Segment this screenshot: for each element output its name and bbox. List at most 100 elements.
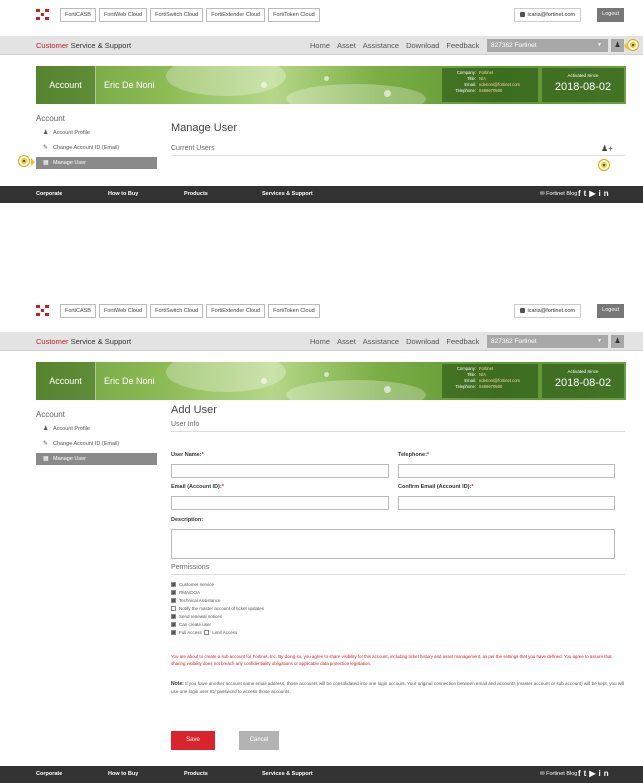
cloud-product-tabs: FortiCASB FortiWeb Cloud FortiSwitch Clo… — [60, 304, 320, 318]
fortinet-logo[interactable] — [36, 9, 49, 20]
radio-icon — [171, 630, 176, 636]
account-label: Account — [36, 362, 96, 400]
nav-home[interactable]: Home — [310, 41, 330, 50]
callout-marker-manage-user — [19, 156, 29, 166]
account-banner: Account Eric De Noni Company: Fortinet Ti… — [36, 66, 626, 104]
account-banner: Account Eric De Noni Company: Fortinet Ti… — [36, 362, 626, 400]
save-button[interactable]: Save — [171, 731, 215, 750]
sidebar-title: Account — [36, 114, 65, 123]
permission-rma-doa[interactable]: RMA/DOA — [171, 590, 200, 596]
chevron-down-icon: ▼ — [597, 338, 602, 344]
footer-how-to-buy[interactable]: How to Buy — [108, 191, 138, 197]
logout-button[interactable]: Logout — [597, 8, 624, 22]
account-label: Account — [36, 66, 96, 104]
main-nav: Customer Service & Support Home Asset As… — [0, 332, 643, 351]
footer-how-to-buy[interactable]: How to Buy — [108, 771, 138, 777]
description-textarea[interactable] — [171, 529, 615, 559]
footer-blog-link[interactable]: ✉ Fortinet Blog — [540, 771, 577, 777]
youtube-icon[interactable]: ▶ — [589, 769, 598, 778]
access-level-radio-group[interactable]: Full Access Limit Access — [171, 630, 237, 636]
current-users-header: Current Users — [171, 145, 625, 156]
footer-services-support[interactable]: Services & Support — [262, 771, 313, 777]
nav-links: Home Asset Assistance Download Feedback — [310, 337, 479, 346]
logout-button[interactable]: Logout — [597, 304, 624, 318]
checkbox-icon — [171, 582, 176, 588]
linkedin-icon[interactable]: in — [599, 769, 612, 778]
fortinet-logo[interactable] — [36, 305, 49, 316]
tab-fortiweb-cloud[interactable]: FortiWeb Cloud — [98, 8, 148, 22]
nav-assistance[interactable]: Assistance — [363, 337, 399, 346]
product-bar: FortiCASB FortiWeb Cloud FortiSwitch Clo… — [0, 0, 643, 30]
tab-fortitoken-cloud[interactable]: FortiToken Cloud — [268, 304, 320, 318]
permission-technical-assistance[interactable]: Technical Assistance — [171, 598, 221, 604]
user-profile-icon[interactable]: ♟ — [611, 335, 624, 348]
footer-products[interactable]: Products — [184, 191, 208, 197]
footer-corporate[interactable]: Corporate — [36, 191, 62, 197]
nav-home[interactable]: Home — [310, 337, 330, 346]
nav-links: Home Asset Assistance Download Feedback — [310, 41, 479, 50]
footer-services-support[interactable]: Services & Support — [262, 191, 313, 197]
telephone-input[interactable] — [398, 464, 615, 478]
tab-forticasb[interactable]: FortiCASB — [60, 8, 96, 22]
user-profile-icon[interactable]: ♟ — [611, 39, 624, 52]
account-select[interactable]: 827362 Fortinet ▼ — [487, 39, 608, 52]
tab-fortiweb-cloud[interactable]: FortiWeb Cloud — [98, 304, 148, 318]
site-footer: Corporate How to Buy Products Services &… — [0, 186, 643, 203]
sidebar-item-manage-user[interactable]: ▦ Manage User — [36, 453, 157, 465]
nav-feedback[interactable]: Feedback — [446, 41, 479, 50]
nav-feedback[interactable]: Feedback — [446, 337, 479, 346]
sidebar-title: Account — [36, 410, 65, 419]
permission-customer-service[interactable]: Customer service — [171, 582, 214, 588]
site-brand[interactable]: Customer Service & Support — [36, 41, 131, 50]
sidebar-item-account-profile[interactable]: ♟ Account Profile — [36, 423, 157, 435]
tab-fortiswitch-cloud[interactable]: FortiSwitch Cloud — [150, 304, 204, 318]
email-input[interactable] — [171, 496, 389, 510]
social-links: ft▶in — [578, 189, 612, 198]
permission-create-user[interactable]: Can create user — [171, 622, 211, 628]
confirm-email-input[interactable] — [398, 496, 615, 510]
footer-blog-link[interactable]: ✉ Fortinet Blog — [540, 191, 577, 197]
user-name-input[interactable] — [171, 464, 389, 478]
account-select[interactable]: 827362 Fortinet ▼ — [487, 335, 608, 348]
tab-fortiextender-cloud[interactable]: FortiExtender Cloud — [206, 304, 266, 318]
user-email-button[interactable]: icaria@fortinet.com — [513, 8, 581, 22]
linkedin-icon[interactable]: in — [599, 189, 612, 198]
users-icon: ▦ — [43, 456, 49, 462]
product-bar: FortiCASB FortiWeb Cloud FortiSwitch Clo… — [0, 296, 643, 326]
tab-fortiextender-cloud[interactable]: FortiExtender Cloud — [206, 8, 266, 22]
tab-fortiswitch-cloud[interactable]: FortiSwitch Cloud — [150, 8, 204, 22]
permission-notify-master[interactable]: Notify the master account of ticket upda… — [171, 606, 264, 612]
add-user-screen: FortiCASB FortiWeb Cloud FortiSwitch Clo… — [0, 296, 643, 783]
tab-fortitoken-cloud[interactable]: FortiToken Cloud — [268, 8, 320, 22]
visibility-warning: You are about to create a sub account fo… — [171, 654, 612, 666]
sidebar-item-change-account-id[interactable]: ✎ Change Account ID (Email) — [36, 142, 157, 154]
tab-forticasb[interactable]: FortiCASB — [60, 304, 96, 318]
company-info: Company: Fortinet Title: N/A Email: edenoni… — [442, 68, 538, 102]
person-icon: ♟ — [43, 130, 49, 136]
cancel-button[interactable]: Cancel — [239, 731, 279, 750]
user-email-button[interactable]: icaria@fortinet.com — [513, 304, 581, 318]
cloud-product-tabs: FortiCASB FortiWeb Cloud FortiSwitch Clo… — [60, 8, 320, 22]
permissions-header: Permissions — [171, 564, 625, 575]
pencil-icon: ✎ — [43, 145, 49, 151]
user-name-label: User Name:* — [171, 452, 204, 458]
nav-asset[interactable]: Asset — [337, 337, 356, 346]
add-user-icon[interactable]: ♟+ — [601, 144, 613, 153]
checkbox-icon — [171, 622, 176, 628]
checkbox-icon — [171, 590, 176, 596]
nav-asset[interactable]: Asset — [337, 41, 356, 50]
youtube-icon[interactable]: ▶ — [589, 189, 598, 198]
nav-download[interactable]: Download — [406, 41, 439, 50]
site-brand[interactable]: Customer Service & Support — [36, 337, 131, 346]
sidebar-item-manage-user[interactable]: ▦ Manage User — [36, 157, 157, 169]
permission-renewal-notices[interactable]: Send renewal notices — [171, 614, 222, 620]
sidebar-item-account-profile[interactable]: ♟ Account Profile — [36, 127, 157, 139]
footer-products[interactable]: Products — [184, 771, 208, 777]
callout-arrow — [31, 158, 35, 166]
callout-arrow — [624, 42, 628, 50]
nav-assistance[interactable]: Assistance — [363, 41, 399, 50]
nav-download[interactable]: Download — [406, 337, 439, 346]
footer-corporate[interactable]: Corporate — [36, 771, 62, 777]
consolidation-note: Note: If you have another account same e… — [171, 681, 625, 694]
sidebar-item-change-account-id[interactable]: ✎ Change Account ID (Email) — [36, 438, 157, 450]
